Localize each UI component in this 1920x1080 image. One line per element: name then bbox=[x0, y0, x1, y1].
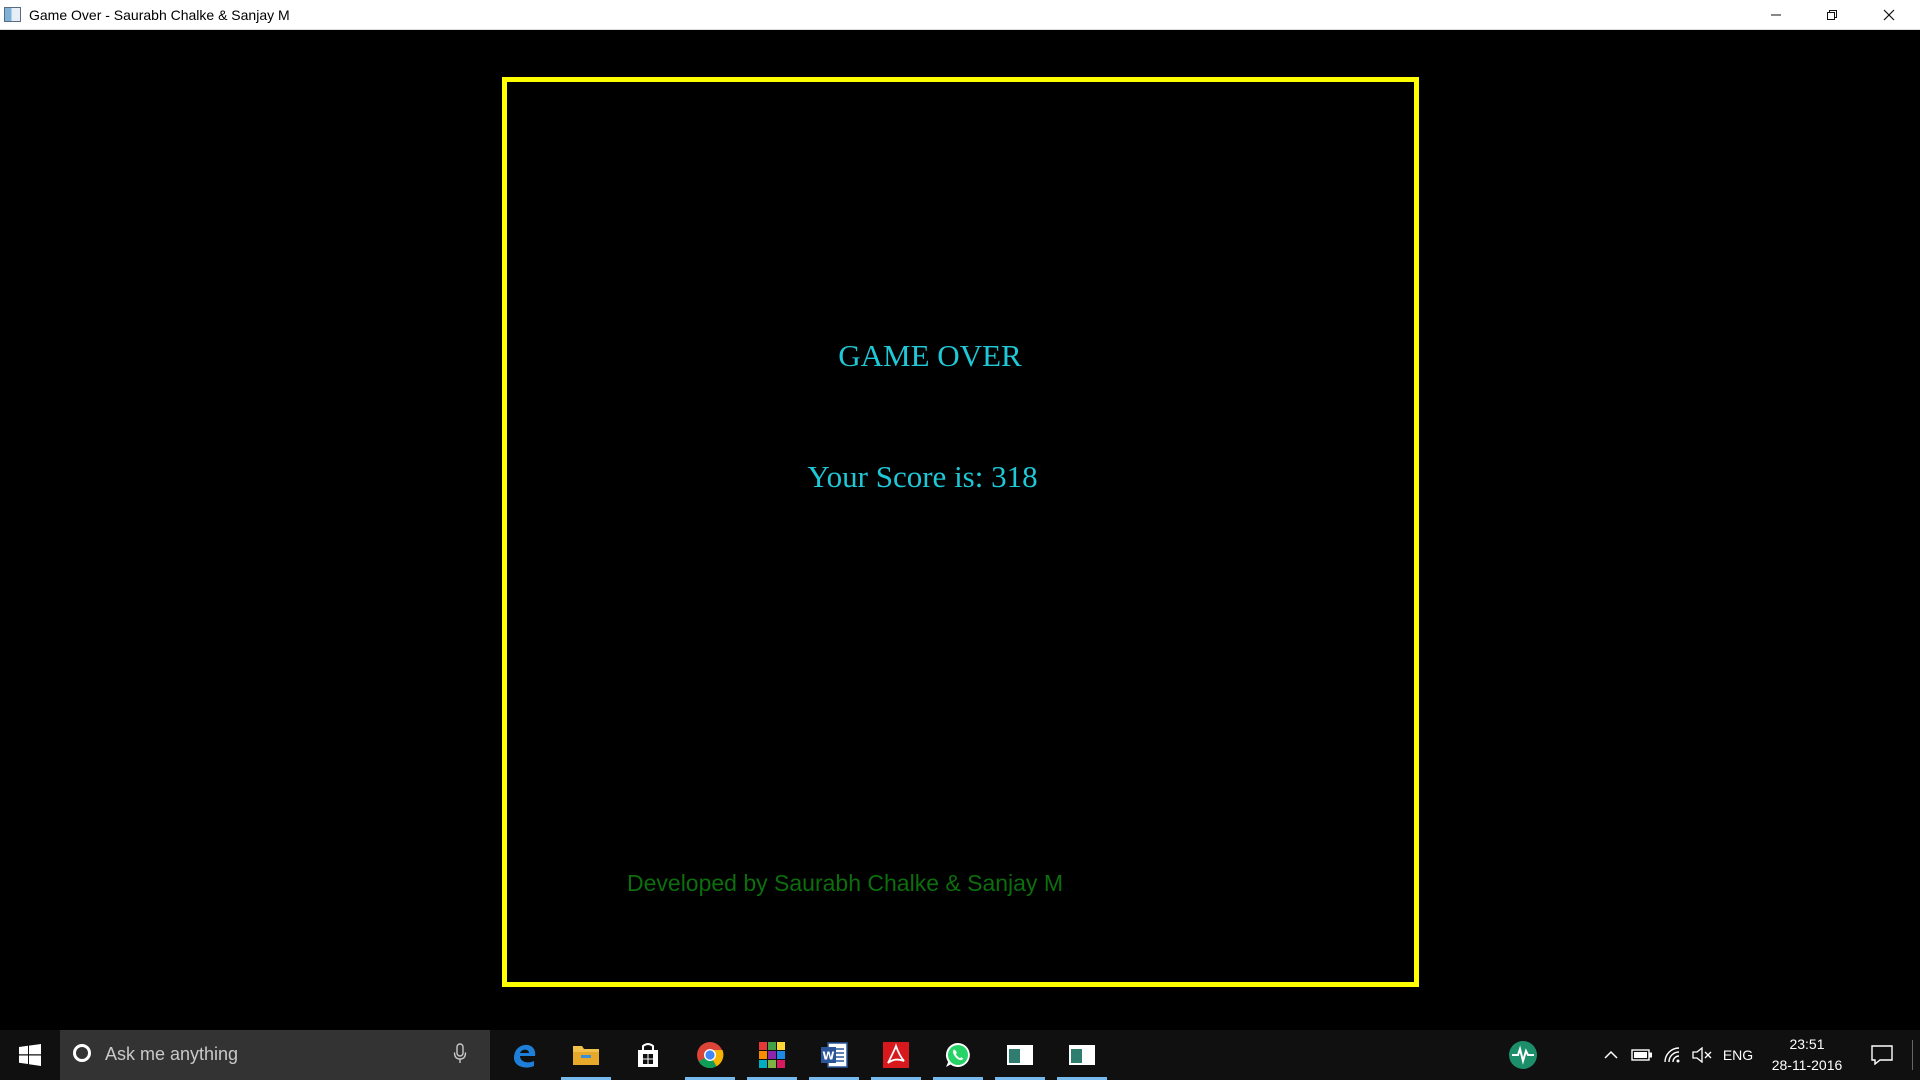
clock-time: 23:51 bbox=[1789, 1036, 1825, 1052]
tray-network[interactable] bbox=[1658, 1030, 1686, 1080]
taskbar-app-file-explorer[interactable] bbox=[558, 1030, 614, 1080]
tray-volume[interactable] bbox=[1688, 1030, 1716, 1080]
battery-icon bbox=[1631, 1049, 1652, 1061]
close-icon bbox=[1883, 9, 1895, 20]
action-center-button[interactable] bbox=[1862, 1030, 1902, 1080]
window-app-icon bbox=[1069, 1045, 1095, 1065]
taskbar-app-colorful[interactable] bbox=[744, 1030, 800, 1080]
restore-button[interactable] bbox=[1804, 0, 1860, 29]
show-hidden-icons-button[interactable] bbox=[1598, 1030, 1624, 1080]
window-app-icon bbox=[1007, 1045, 1033, 1065]
cortana-icon bbox=[73, 1044, 91, 1062]
store-icon bbox=[638, 1043, 658, 1067]
restore-icon bbox=[1827, 9, 1837, 20]
game-over-title: GAME OVER bbox=[838, 338, 1022, 373]
taskbar-app-chrome[interactable] bbox=[682, 1030, 738, 1080]
file-explorer-icon bbox=[573, 1046, 599, 1065]
chevron-up-icon bbox=[1604, 1050, 1618, 1059]
clock-date: 28-11-2016 bbox=[1771, 1057, 1843, 1073]
heartbeat-icon bbox=[1509, 1041, 1537, 1069]
taskbar-app-window-2[interactable] bbox=[1054, 1030, 1110, 1080]
chrome-icon bbox=[697, 1042, 724, 1069]
taskbar: Ask me anything W ENG 23:51 28-11-2016 bbox=[0, 1030, 1920, 1080]
edge-icon bbox=[514, 1044, 536, 1068]
screen: Game Over - Saurabh Chalke & Sanjay M GA… bbox=[0, 0, 1920, 1080]
credits-text: Developed by Saurabh Chalke & Sanjay M bbox=[627, 870, 1063, 896]
start-button[interactable] bbox=[0, 1030, 60, 1080]
windows-logo-icon bbox=[19, 1044, 41, 1066]
volume-muted-icon bbox=[1692, 1047, 1712, 1063]
word-icon: W bbox=[821, 1042, 848, 1068]
search-placeholder: Ask me anything bbox=[105, 1044, 239, 1064]
taskbar-app-window-1[interactable] bbox=[992, 1030, 1048, 1080]
acrobat-icon bbox=[883, 1042, 909, 1068]
notification-icon bbox=[1871, 1045, 1893, 1065]
minimize-button[interactable] bbox=[1748, 0, 1804, 29]
app-window-icon[interactable] bbox=[4, 7, 21, 22]
wifi-icon bbox=[1664, 1047, 1680, 1063]
window-title: Game Over - Saurabh Chalke & Sanjay M bbox=[29, 6, 290, 23]
microphone-icon[interactable] bbox=[453, 1043, 467, 1065]
tray-language[interactable]: ENG bbox=[1718, 1030, 1758, 1080]
window-titlebar[interactable]: Game Over - Saurabh Chalke & Sanjay M bbox=[0, 0, 1920, 30]
tray-clock[interactable]: 23:51 28-11-2016 bbox=[1762, 1034, 1852, 1076]
tray-activity-app[interactable] bbox=[1506, 1030, 1540, 1080]
search-box[interactable]: Ask me anything bbox=[60, 1030, 490, 1080]
taskbar-app-whatsapp[interactable] bbox=[930, 1030, 986, 1080]
colorful-app-icon bbox=[759, 1042, 785, 1068]
taskbar-app-store[interactable] bbox=[620, 1030, 676, 1080]
minimize-icon bbox=[1771, 14, 1781, 15]
taskbar-app-word[interactable]: W bbox=[806, 1030, 862, 1080]
svg-text:W: W bbox=[822, 1050, 834, 1063]
show-desktop-divider[interactable] bbox=[1912, 1040, 1913, 1070]
score-text: Your Score is: 318 bbox=[807, 459, 1038, 494]
taskbar-app-edge[interactable] bbox=[496, 1030, 552, 1080]
taskbar-app-acrobat[interactable] bbox=[868, 1030, 924, 1080]
close-button[interactable] bbox=[1861, 0, 1917, 29]
whatsapp-icon bbox=[945, 1042, 970, 1067]
game-border-frame bbox=[502, 77, 1419, 987]
tray-battery[interactable] bbox=[1628, 1030, 1656, 1080]
